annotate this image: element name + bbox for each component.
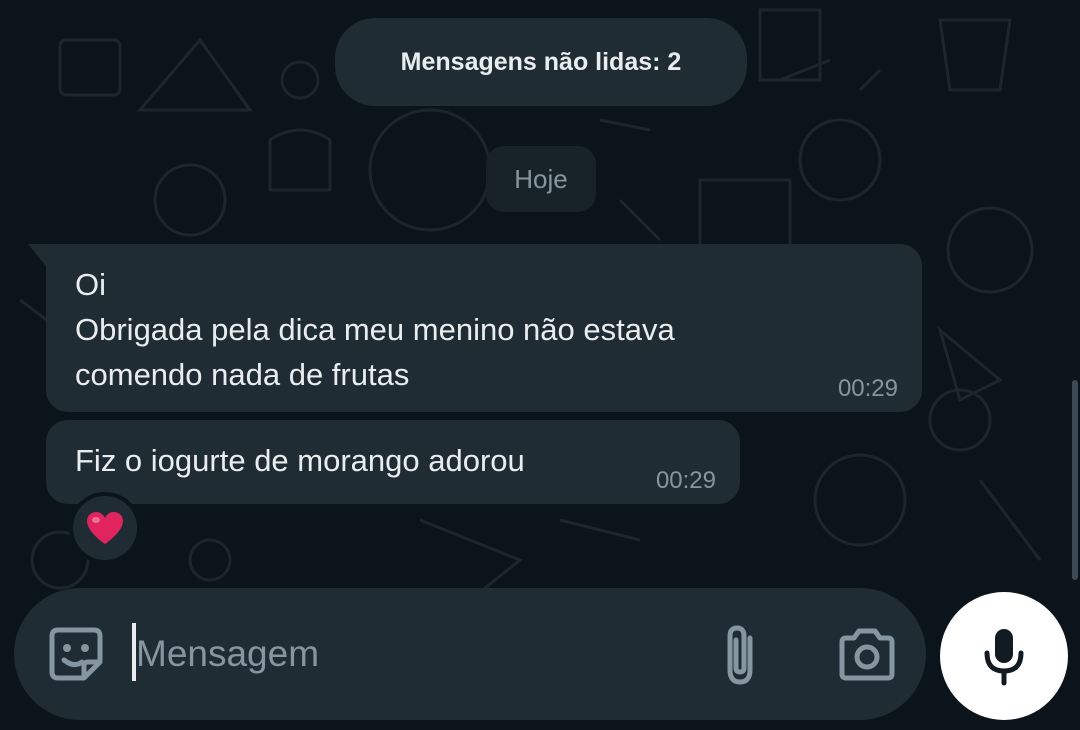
message-line: Obrigada pela dica meu menino não estava (75, 312, 675, 347)
date-divider: Hoje (486, 146, 596, 212)
message-line: Fiz o iogurte de morango adorou (75, 443, 525, 478)
scrollbar[interactable] (1072, 380, 1078, 580)
sticker-smiley-icon (49, 627, 103, 681)
message-bubble-incoming[interactable]: Fiz o iogurte de morango adorou 00:29 (46, 420, 740, 504)
message-input[interactable] (134, 624, 676, 684)
sticker-button[interactable] (44, 622, 108, 686)
microphone-icon (984, 629, 1024, 686)
heart-icon (87, 512, 123, 544)
message-line: comendo nada de frutas (75, 357, 410, 392)
camera-button[interactable] (836, 626, 898, 682)
voice-message-button[interactable] (940, 592, 1068, 720)
bubble-tail (28, 244, 46, 266)
camera-icon (839, 628, 895, 681)
attach-button[interactable] (714, 622, 766, 688)
message-timestamp: 00:29 (655, 467, 716, 494)
message-line: Oi (75, 267, 106, 302)
message-timestamp: 00:29 (837, 375, 898, 402)
message-bubble-incoming[interactable]: Oi Obrigada pela dica meu menino não est… (28, 244, 922, 412)
paperclip-icon (727, 625, 753, 685)
message-composer (14, 588, 926, 720)
unread-messages-banner: Mensagens não lidas: 2 (335, 18, 747, 106)
message-reaction[interactable] (69, 492, 141, 564)
